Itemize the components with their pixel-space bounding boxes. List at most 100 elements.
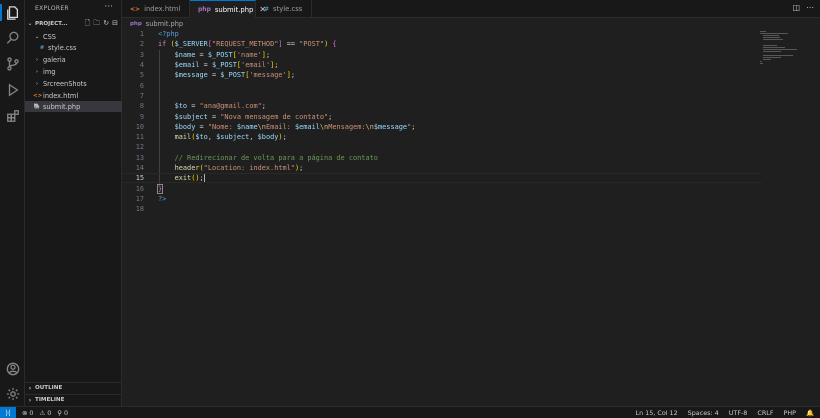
- settings-gear-icon[interactable]: [4, 385, 21, 402]
- line-number: 13: [135, 153, 144, 162]
- tab-style-css[interactable]: # style.css: [256, 0, 312, 18]
- line-number: 6: [139, 81, 144, 90]
- line-number: 16: [135, 184, 144, 193]
- source-control-icon[interactable]: [4, 55, 21, 72]
- refresh-icon[interactable]: ↻: [103, 19, 109, 28]
- chevron-right-icon: ›: [35, 68, 39, 75]
- tab-submit-php[interactable]: php submit.php ✕: [190, 0, 266, 18]
- explorer-sidebar: EXPLORER ··· ⌄ PROJECT... 🗋 🗀 ↻ ⊟ ⌄ CSS …: [25, 0, 122, 406]
- activity-bar: [0, 0, 25, 406]
- code-line[interactable]: 9 $subject = "Nova mensagem de contato";: [122, 111, 762, 121]
- code-line[interactable]: 18: [122, 204, 762, 214]
- extensions-icon[interactable]: [4, 107, 21, 124]
- css-file-icon: #: [39, 44, 45, 51]
- code-line[interactable]: 14 header("Location: index.html");: [122, 163, 762, 173]
- code-line[interactable]: 4 $email = $_POST['email'];: [122, 60, 762, 70]
- code-line[interactable]: 17 ?>: [122, 194, 762, 204]
- files-icon[interactable]: [0, 4, 21, 21]
- html-file-icon: <>: [33, 92, 43, 99]
- chevron-down-icon: ⌄: [34, 33, 40, 40]
- minimap[interactable]: [760, 29, 808, 69]
- tab-label: style.css: [273, 5, 303, 13]
- cursor-position[interactable]: Ln 15, Col 12: [636, 409, 678, 417]
- chevron-right-icon: ›: [35, 56, 39, 63]
- tree-file-index-html[interactable]: <> index.html: [25, 90, 122, 101]
- code-line[interactable]: 8 $to = "ana@gmail.com";: [122, 101, 762, 111]
- project-name: PROJECT...: [35, 20, 68, 27]
- line-number: 8: [139, 102, 144, 111]
- problems-warnings[interactable]: ⚠ 0: [39, 409, 51, 417]
- tree-folder-img[interactable]: › img: [25, 66, 122, 77]
- tree-item-label: index.html: [43, 91, 79, 100]
- split-editor-icon[interactable]: ◫: [792, 3, 800, 12]
- encoding[interactable]: UTF-8: [729, 409, 748, 417]
- code-line[interactable]: 6: [122, 81, 762, 91]
- notifications-bell-icon[interactable]: 🔔: [806, 409, 814, 417]
- tree-folder-css[interactable]: ⌄ CSS: [25, 31, 122, 42]
- outline-label: OUTLINE: [35, 385, 63, 391]
- html-file-icon: <>: [130, 5, 141, 13]
- breadcrumb[interactable]: php submit.php: [130, 19, 183, 29]
- code-text: $name = $_POST['name'];: [174, 50, 271, 59]
- account-icon[interactable]: [4, 360, 21, 377]
- code-line[interactable]: 12: [122, 142, 762, 152]
- code-line[interactable]: 2 if ($_SERVER["REQUEST_METHOD"] == "POS…: [122, 39, 762, 49]
- more-actions-icon[interactable]: ⋯: [806, 3, 814, 12]
- editor-tab-bar: <> index.html php submit.php ✕ # style.c…: [122, 0, 820, 18]
- line-number: 3: [139, 50, 144, 59]
- line-number: 2: [139, 40, 144, 49]
- editor-actions: ◫ ⋯: [792, 3, 814, 12]
- line-number: 14: [135, 164, 144, 173]
- code-line[interactable]: 5 $message = $_POST['message'];: [122, 70, 762, 80]
- search-icon[interactable]: [4, 29, 21, 46]
- code-line[interactable]: 7: [122, 91, 762, 101]
- code-line[interactable]: 13 // Redirecionar de volta para a págin…: [122, 153, 762, 163]
- tab-index-html[interactable]: <> index.html: [122, 0, 190, 18]
- tree-folder-srcreenshots[interactable]: › SrcreenShots: [25, 78, 122, 89]
- timeline-label: TIMELINE: [35, 397, 65, 403]
- code-text: $subject = "Nova mensagem de contato";: [174, 112, 333, 121]
- line-number: 18: [135, 205, 144, 214]
- run-debug-icon[interactable]: [4, 81, 21, 98]
- php-file-icon: php: [130, 21, 142, 27]
- code-text: mail($to, $subject, $body);: [174, 133, 287, 142]
- code-line[interactable]: 16 }: [122, 183, 762, 194]
- chevron-right-icon: ›: [28, 384, 32, 392]
- code-line[interactable]: 11 mail($to, $subject, $body);: [122, 132, 762, 142]
- tree-file-style-css[interactable]: # style.css: [25, 42, 122, 53]
- tree-item-label: img: [43, 67, 56, 76]
- timeline-section-header[interactable]: › TIMELINE: [25, 394, 122, 405]
- code-text: $email = $_POST['email'];: [174, 61, 279, 70]
- end-of-line[interactable]: CRLF: [757, 409, 773, 417]
- collapse-all-icon[interactable]: ⊟: [112, 19, 118, 28]
- tab-label: index.html: [144, 5, 181, 13]
- explorer-title: EXPLORER: [35, 5, 69, 12]
- code-text: $message = $_POST['message'];: [174, 71, 295, 80]
- code-line[interactable]: 1 <?php: [122, 29, 762, 39]
- tree-folder-galeria[interactable]: › galeria: [25, 54, 122, 65]
- code-text: exit();: [174, 174, 205, 183]
- indentation[interactable]: Spaces: 4: [688, 409, 719, 417]
- code-editor[interactable]: 1 <?php 2 if ($_SERVER["REQUEST_METHOD"]…: [122, 29, 820, 406]
- language-mode[interactable]: PHP: [784, 409, 797, 417]
- code-line-current[interactable]: 15 exit();: [122, 173, 762, 184]
- remote-indicator-icon[interactable]: ⟩⟨: [0, 406, 16, 418]
- new-folder-icon[interactable]: 🗀: [93, 19, 100, 28]
- code-line[interactable]: 3 $name = $_POST['name'];: [122, 50, 762, 60]
- code-text: header("Location: index.html");: [174, 164, 304, 173]
- ports-indicator[interactable]: ⚲ 0: [57, 409, 68, 417]
- line-number: 15: [135, 174, 144, 183]
- code-line[interactable]: 10 $body = "Nome: $name\nEmail: $email\n…: [122, 122, 762, 132]
- tree-item-label: galeria: [43, 55, 66, 64]
- outline-section-header[interactable]: › OUTLINE: [25, 382, 122, 393]
- line-number: 7: [139, 91, 144, 100]
- problems-errors[interactable]: ⊗ 0: [22, 409, 33, 417]
- tree-item-label: SrcreenShots: [43, 79, 87, 88]
- new-file-icon[interactable]: 🗋: [85, 19, 91, 28]
- tree-item-label: CSS: [43, 32, 56, 41]
- tree-file-submit-php[interactable]: 🐘 submit.php: [25, 101, 122, 112]
- chevron-right-icon: ›: [28, 396, 32, 404]
- more-actions-icon[interactable]: ···: [104, 2, 113, 12]
- code-text: $to = "ana@gmail.com";: [174, 102, 266, 111]
- status-right: Ln 15, Col 12 Spaces: 4 UTF-8 CRLF PHP 🔔: [636, 407, 814, 418]
